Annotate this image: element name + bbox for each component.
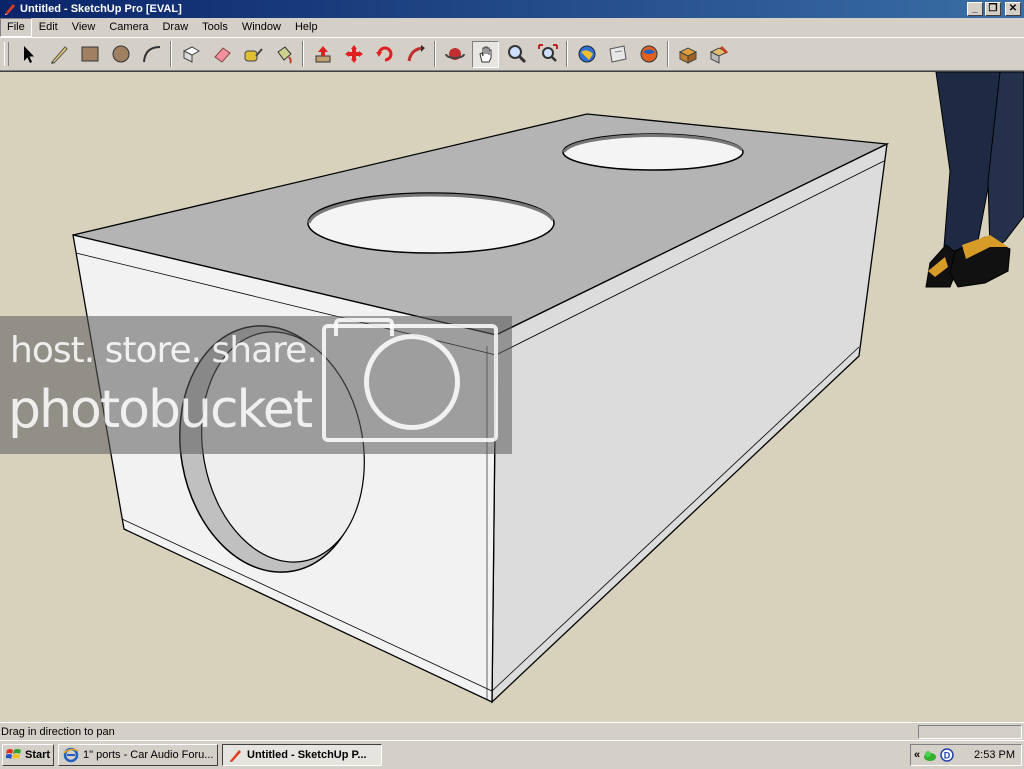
toolbar-separator (667, 41, 669, 67)
task-button-browser[interactable]: 1" ports - Car Audio Foru... (58, 744, 218, 766)
components-tool-button[interactable] (674, 41, 701, 68)
menu-view[interactable]: View (65, 19, 103, 36)
tray-expand-button[interactable]: « (914, 749, 920, 761)
zoom-icon (507, 45, 526, 64)
zoom-extents-icon (537, 44, 558, 62)
maximize-button[interactable]: ❐ (985, 2, 1001, 16)
status-message: Drag in direction to pan (1, 726, 115, 738)
pencil-line-icon (50, 46, 68, 64)
arc-icon (142, 46, 160, 63)
measurements-box[interactable] (918, 725, 1022, 739)
select-tool-button[interactable] (14, 41, 41, 68)
scale-figure[interactable] (925, 72, 1024, 288)
tape-measure-icon (244, 48, 263, 62)
svg-text:D: D (944, 751, 951, 761)
status-bar: Drag in direction to pan (0, 722, 1024, 741)
circle-icon (112, 45, 129, 63)
select-icon (23, 46, 34, 63)
drawing-viewport[interactable]: host. store. share. photobucket (0, 71, 1024, 722)
close-button[interactable]: ✕ (1005, 2, 1021, 16)
paint-bucket-tool-button[interactable] (270, 41, 297, 68)
window-title: Untitled - SketchUp Pro [EVAL] (20, 3, 182, 15)
rectangle-tool-button[interactable] (76, 41, 103, 68)
watermark-tagline: host. store. share. (10, 330, 318, 371)
camera-logo-icon (322, 318, 498, 442)
google-earth-icon (640, 45, 657, 63)
main-toolbar (0, 38, 1024, 71)
rectangle-icon (81, 46, 98, 62)
styles-tool-button[interactable] (705, 41, 732, 68)
orbit-icon (444, 48, 465, 60)
rotate-tool-button[interactable] (371, 41, 398, 68)
arc-tool-button[interactable] (138, 41, 165, 68)
internet-explorer-icon (63, 747, 79, 763)
windows-logo-icon (6, 749, 21, 759)
menu-camera[interactable]: Camera (102, 19, 155, 36)
make-component-icon (182, 46, 200, 63)
messenger-tray-icon[interactable]: D (940, 748, 954, 762)
pan-tool-button[interactable] (472, 40, 499, 68)
share-model-tool-button[interactable] (604, 41, 631, 68)
photobucket-watermark: host. store. share. photobucket (0, 316, 512, 454)
menu-help[interactable]: Help (288, 19, 325, 36)
follow-me-icon (407, 45, 425, 62)
title-bar[interactable]: Untitled - SketchUp Pro [EVAL] _ ❐ ✕ (0, 0, 1024, 18)
orbit-tool-button[interactable] (441, 41, 468, 68)
make-component-tool-button[interactable] (177, 41, 204, 68)
task-label-browser: 1" ports - Car Audio Foru... (83, 749, 214, 761)
eraser-icon (213, 47, 231, 63)
menu-draw[interactable]: Draw (155, 19, 195, 36)
move-icon (344, 45, 363, 63)
zoom-extents-tool-button[interactable] (534, 41, 561, 68)
circle-tool-button[interactable] (107, 41, 134, 68)
components-icon (678, 47, 697, 64)
system-tray: « D 2:53 PM (910, 744, 1022, 766)
menu-bar: File Edit View Camera Draw Tools Window Help (0, 18, 1024, 38)
toolbar-separator (434, 41, 436, 67)
clock[interactable]: 2:53 PM (974, 749, 1015, 761)
network-tray-icon[interactable] (923, 748, 937, 762)
move-tool-button[interactable] (340, 41, 367, 68)
task-label-sketchup: Untitled - SketchUp P... (247, 749, 367, 761)
sketchup-app-icon (5, 4, 15, 15)
watermark-brand: photobucket (8, 380, 313, 440)
push-pull-tool-button[interactable] (309, 41, 336, 68)
pencil-line-tool-button[interactable] (45, 41, 72, 68)
push-pull-icon (315, 46, 330, 63)
share-model-icon (608, 45, 627, 63)
menu-tools[interactable]: Tools (195, 19, 235, 36)
minimize-button[interactable]: _ (967, 2, 983, 16)
zoom-tool-button[interactable] (503, 41, 530, 68)
toolbar-grip[interactable] (4, 42, 9, 66)
get-models-tool-button[interactable] (573, 41, 600, 68)
toolbar-separator (566, 41, 568, 67)
rotate-icon (375, 46, 392, 62)
toolbar-separator (170, 41, 172, 67)
google-earth-tool-button[interactable] (635, 41, 662, 68)
sketchup-icon (230, 750, 241, 762)
styles-icon (709, 46, 728, 64)
windows-taskbar: Start 1" ports - Car Audio Foru... Untit… (0, 740, 1024, 769)
menu-edit[interactable]: Edit (32, 19, 65, 36)
start-button[interactable]: Start (2, 744, 54, 766)
start-label: Start (25, 749, 51, 761)
pan-icon (478, 46, 491, 63)
get-models-icon (578, 45, 595, 63)
eraser-tool-button[interactable] (208, 41, 235, 68)
tape-measure-tool-button[interactable] (239, 41, 266, 68)
menu-window[interactable]: Window (235, 19, 288, 36)
follow-me-tool-button[interactable] (402, 41, 429, 68)
menu-file[interactable]: File (0, 18, 32, 37)
paint-bucket-icon (276, 46, 292, 64)
task-button-sketchup[interactable]: Untitled - SketchUp P... (222, 744, 382, 766)
toolbar-separator (302, 41, 304, 67)
